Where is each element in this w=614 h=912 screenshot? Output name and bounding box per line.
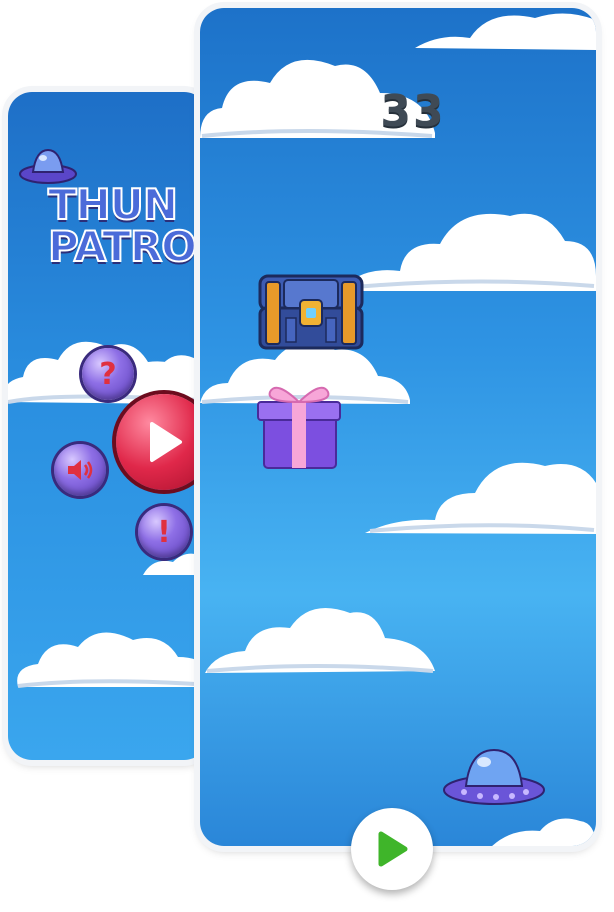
cloud: [365, 462, 596, 534]
help-button[interactable]: ?: [82, 348, 134, 400]
cloud: [17, 632, 208, 688]
sound-button[interactable]: [54, 444, 106, 496]
cloud: [492, 818, 596, 846]
score-counter: 33: [380, 86, 446, 137]
resume-play-button[interactable]: [351, 808, 433, 890]
menu-screen: THUN PATRO ? !: [8, 92, 208, 760]
gameplay-screen: 33: [200, 8, 596, 846]
cloud: [415, 13, 596, 51]
question-icon: ?: [99, 356, 117, 392]
ufo-icon: [443, 748, 545, 805]
speaker-icon: [68, 460, 93, 480]
cloud: [133, 355, 208, 387]
treasure-chest-icon: [258, 274, 364, 350]
cloud: [340, 213, 596, 291]
game-title-line2: PATRO: [47, 221, 198, 272]
gift-box-icon: [257, 386, 341, 469]
cloud: [205, 608, 435, 673]
play-icon: [378, 831, 408, 867]
play-button[interactable]: [116, 394, 208, 490]
play-icon: [150, 422, 182, 462]
exclamation-icon: !: [157, 514, 171, 550]
info-button[interactable]: !: [138, 506, 190, 558]
